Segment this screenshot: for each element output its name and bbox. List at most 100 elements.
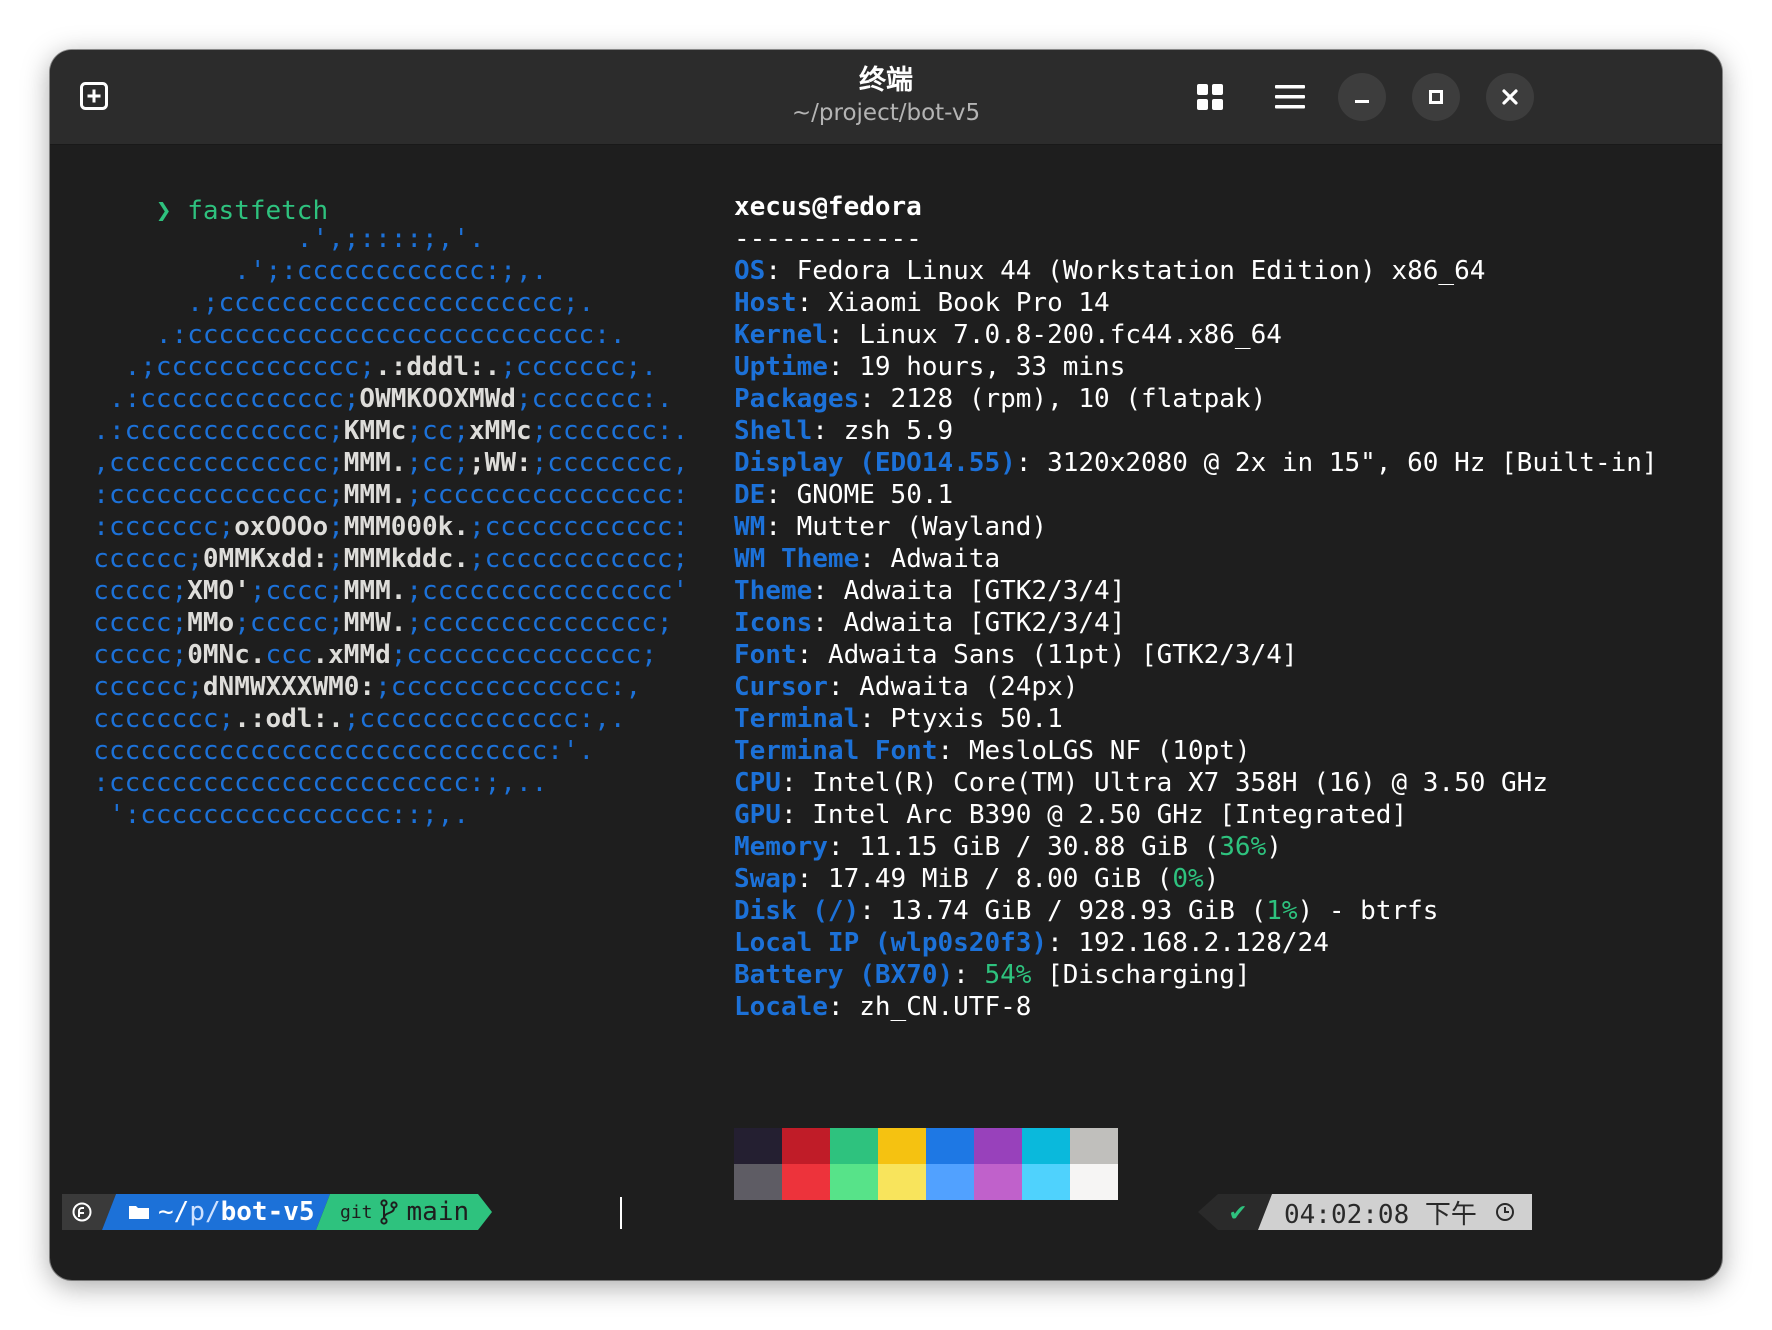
info-colon: :: [827, 992, 860, 1022]
tab-overview-icon: [1197, 84, 1223, 110]
logo-segment: :ccccccccccccccccccccccc:;,..: [62, 768, 548, 798]
info-value: Intel(R) Core(TM) Ultra X7 358H (16) @ 3…: [812, 768, 1548, 798]
info-row: CPU: Intel(R) Core(TM) Ultra X7 358H (16…: [734, 765, 1548, 801]
info-key: Uptime: [734, 352, 828, 382]
terminal-output[interactable]: ❯ fastfetch .',;::::;,'. .';:ccccccccccc…: [50, 145, 1722, 1280]
info-value: 3120x2080 @ 2x in 15", 60 Hz [Built-in]: [1047, 448, 1658, 478]
info-row: Swap: 17.49 MiB / 8.00 GiB (0%): [734, 861, 1219, 897]
info-row: Shell: zsh 5.9: [734, 413, 953, 449]
logo-segment: cccccccc;: [62, 704, 235, 734]
logo-segment: 0MMKxdd:: [202, 544, 329, 574]
path-name: bot-v5: [220, 1197, 315, 1227]
info-row: Packages: 2128 (rpm), 10 (flatpak): [734, 381, 1266, 417]
info-value: Intel Arc B390 @ 2.50 GHz [Integrated]: [812, 800, 1408, 830]
info-row: WM Theme: Adwaita: [734, 541, 1000, 577]
logo-segment: ccccccccccccccccccccccccccccc:'.: [62, 736, 595, 766]
logo-segment: ;: [328, 512, 344, 542]
logo-line: :ccccccc;oxOOOo;MMM000k.;cccccccccccc:: [62, 509, 688, 545]
logo-segment: oxOOOo: [234, 512, 329, 542]
time-text: 04:02:08 下午: [1284, 1199, 1477, 1230]
info-key: GPU: [734, 800, 781, 830]
info-value: zsh 5.9: [843, 416, 954, 446]
logo-segment: 0MNc.: [187, 640, 266, 670]
logo-line: cccccc;0MMKxdd:;MMMkddc.;cccccccccccc;: [62, 541, 688, 577]
logo-segment: ;ccccccc:.: [531, 416, 689, 446]
info-key: Host: [734, 288, 797, 318]
color-palette: [734, 1128, 1118, 1200]
info-colon: :: [859, 544, 891, 574]
path-mid: p/: [189, 1197, 221, 1227]
clock-icon: [1495, 1203, 1514, 1221]
info-row: Battery (BX70): 54% [Discharging]: [734, 957, 1251, 993]
palette-swatch: [1022, 1128, 1070, 1164]
info-colon: :: [937, 736, 969, 766]
info-value: Xiaomi Book Pro 14: [827, 288, 1110, 318]
logo-segment: MMMkddc.: [343, 544, 470, 574]
info-colon: :: [827, 672, 860, 702]
logo-segment: XMO': [187, 576, 250, 606]
logo-line: .:ccccccccccccc;OWMKOOXMWd;ccccccc:.: [62, 381, 673, 417]
info-key: Terminal: [734, 704, 860, 734]
info-row: Disk (/): 13.74 GiB / 928.93 GiB (1%) - …: [734, 893, 1438, 929]
logo-segment: .:ccccccccccccc;: [62, 384, 360, 414]
os-segment: [62, 1194, 102, 1230]
logo-segment: :ccccccc;: [62, 512, 235, 542]
logo-line: .';:cccccccccccc:;,.: [62, 253, 547, 289]
logo-segment: ;WW:: [469, 448, 532, 478]
info-key: Cursor: [734, 672, 828, 702]
logo-segment: ;cc;: [406, 448, 470, 478]
logo-line: :cccccccccccccc;MMM.;cccccccccccccccc:: [62, 477, 688, 513]
info-row: GPU: Intel Arc B390 @ 2.50 GHz [Integrat…: [734, 797, 1407, 833]
logo-segment: ,cccccccccccccc;: [62, 448, 344, 478]
info-value: Adwaita (24px): [859, 672, 1079, 702]
minimize-button[interactable]: [1338, 73, 1386, 121]
exit-status-segment: ✔: [1218, 1194, 1258, 1230]
info-key: Kernel: [734, 320, 828, 350]
info-key: Terminal Font: [734, 736, 938, 766]
window-subtitle: ~/project/bot-v5: [791, 100, 981, 126]
info-percent: 54%: [984, 960, 1032, 990]
git-label: git: [340, 1201, 373, 1223]
info-row: Locale: zh_CN.UTF-8: [734, 989, 1031, 1025]
logo-segment: .';:cccccccccccc:;,.: [62, 256, 548, 286]
info-value: MesloLGS NF (10pt): [968, 736, 1251, 766]
info-key: Display (EDO14.55): [734, 448, 1016, 478]
maximize-button[interactable]: [1412, 73, 1460, 121]
info-colon: :: [765, 256, 797, 286]
info-colon: :: [859, 704, 891, 734]
text-cursor: [620, 1197, 622, 1229]
logo-line: ccccc;0MNc.ccc.xMMd;ccccccccccccccc;: [62, 637, 657, 673]
minimize-icon: [1355, 100, 1369, 103]
logo-segment: ;cccccccc,: [531, 448, 689, 478]
logo-segment: ccccc;: [62, 640, 188, 670]
info-colon: :: [765, 480, 797, 510]
info-row: Font: Adwaita Sans (11pt) [GTK2/3/4]: [734, 637, 1298, 673]
tab-overview-button[interactable]: [1186, 73, 1234, 121]
palette-swatch: [782, 1128, 830, 1164]
info-colon: :: [780, 800, 813, 830]
logo-segment: ;ccccccc:.: [515, 384, 673, 414]
logo-segment: ':cccccccccccccccc::;,.: [62, 800, 469, 830]
logo-segment: OWMKOOXMWd: [359, 384, 516, 414]
path-prefix: ~/: [158, 1197, 190, 1227]
logo-segment: .;ccccccccccccc;: [62, 352, 376, 382]
info-value: 17.49 MiB / 8.00 GiB (: [827, 864, 1173, 894]
logo-segment: cccccc;: [62, 672, 203, 702]
info-key: Swap: [734, 864, 797, 894]
logo-segment: cccccc;: [62, 544, 203, 574]
main-menu-button[interactable]: [1266, 73, 1314, 121]
info-key: Theme: [734, 576, 813, 606]
info-value: 11.15 GiB / 30.88 GiB (: [859, 832, 1220, 862]
close-button[interactable]: [1486, 73, 1534, 121]
logo-segment: ;cccccccccccccccc': [406, 576, 689, 606]
logo-segment: MMM.: [343, 576, 407, 606]
info-percent: 36%: [1219, 832, 1267, 862]
logo-segment: MMW.: [343, 608, 407, 638]
logo-segment: ;: [328, 544, 344, 574]
info-colon: :: [953, 960, 985, 990]
info-percent: 0%: [1172, 864, 1204, 894]
info-colon: :: [1047, 928, 1079, 958]
info-row: Kernel: Linux 7.0.8-200.fc44.x86_64: [734, 317, 1282, 353]
segment-divider: [316, 1194, 330, 1230]
logo-segment: ;cccccccccccccc:,: [375, 672, 642, 702]
